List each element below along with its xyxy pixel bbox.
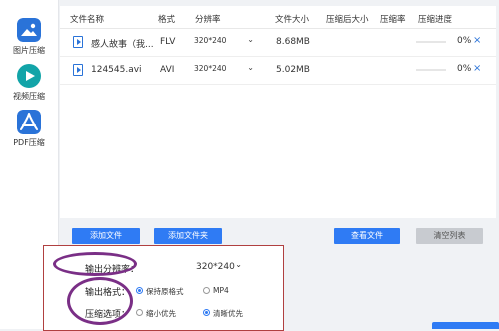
sidebar-item-pdf-compress[interactable]: PDF压缩 [0,110,58,148]
file-list-panel: 文件名称 格式 分辨率 文件大小 压缩后大小 压缩率 压缩进度 感人故事（我..… [60,6,496,218]
progress-bar [416,69,446,71]
header-filesize: 文件大小 [275,15,310,25]
video-file-icon [73,64,83,76]
header-filename: 文件名称 [70,15,105,25]
chevron-down-icon: ⌄ [247,35,254,44]
header-progress: 压缩进度 [418,15,453,25]
progress-bar [416,41,446,43]
output-resolution-select[interactable]: 320*240 ⌄ [196,260,242,272]
compress-option-size-label: 缩小优先 [146,309,176,318]
resolution-select[interactable]: 320*240 ⌄ [194,35,256,48]
header-compressed-size: 压缩后大小 [326,15,369,25]
annotation-ellipse [53,252,137,276]
remove-row-icon[interactable]: × [473,63,481,74]
image-icon [17,18,41,42]
add-file-button[interactable]: 添加文件 [72,228,140,244]
pdf-icon [17,110,41,134]
play-icon [17,64,41,88]
annotation-ellipse [67,277,133,325]
add-folder-button[interactable]: 添加文件夹 [154,228,222,244]
resolution-value: 320*240 [194,36,227,45]
sidebar-item-image-compress[interactable]: 图片压缩 [0,18,58,56]
compress-option-clarity-label: 清晰优先 [213,309,243,318]
sidebar-item-label: 图片压缩 [13,46,45,55]
sidebar-item-label: PDF压缩 [13,138,45,147]
compress-radio-size[interactable] [136,309,143,316]
chevron-down-icon: ⌄ [235,260,242,269]
format-radio-keep[interactable] [136,287,143,294]
header-ratio: 压缩率 [380,15,406,25]
table-header: 文件名称 格式 分辨率 文件大小 压缩后大小 压缩率 压缩进度 [60,6,496,29]
file-format: AVI [160,65,175,75]
format-option-mp4-label: MP4 [213,286,229,295]
resolution-select[interactable]: 320*240 ⌄ [194,63,256,76]
sidebar-item-video-compress[interactable]: 视频压缩 [0,64,58,102]
format-radio-mp4[interactable] [203,287,210,294]
file-name: 124545.avi [91,65,142,75]
table-row[interactable]: 124545.avi AVI 320*240 ⌄ 5.02MB 0% × [60,56,496,85]
progress-percent: 0% [457,36,472,46]
sidebar-item-label: 视频压缩 [13,92,45,101]
file-format: FLV [160,37,176,47]
view-file-button[interactable]: 查看文件 [334,228,400,244]
format-option-keep-label: 保持原格式 [146,287,184,296]
compress-radio-clarity[interactable] [203,309,210,316]
file-name: 感人故事（我... [91,40,154,50]
video-file-icon [73,36,83,48]
remove-row-icon[interactable]: × [473,35,481,46]
resolution-value: 320*240 [194,64,227,73]
file-size: 8.68MB [276,37,310,47]
progress-percent: 0% [457,64,472,74]
header-format: 格式 [158,15,176,25]
header-resolution: 分辨率 [195,15,221,25]
clear-list-button[interactable]: 清空列表 [416,228,483,244]
table-row[interactable]: 感人故事（我... FLV 320*240 ⌄ 8.68MB 0% × [60,28,496,57]
chevron-down-icon: ⌄ [247,63,254,72]
file-size: 5.02MB [276,65,310,75]
output-resolution-value: 320*240 [196,262,235,272]
start-compress-button[interactable] [432,322,499,329]
